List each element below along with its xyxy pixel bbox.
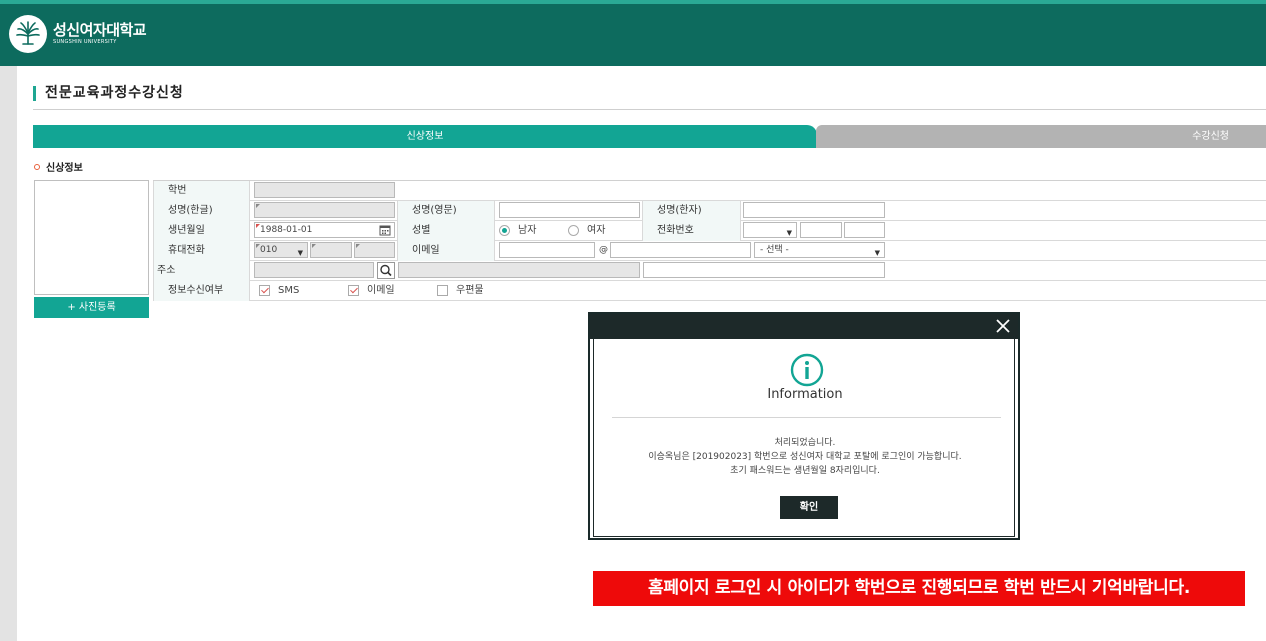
form-row: 학번 [153,181,1266,201]
student-id-field [254,182,395,198]
phone-label: 전화번호 [642,221,741,241]
phone-area-select[interactable]: ▼ [743,222,797,238]
bullet-icon [34,163,40,170]
divider [33,109,1266,110]
info-icon [790,353,824,387]
mobile-label: 휴대전화 [153,241,250,261]
dialog-message-line3: 초기 패스워드는 생년월일 8자리입니다. [730,466,880,476]
birth-date-field[interactable]: 1988-01-01 [254,222,395,238]
form-row: 주소 [153,261,1266,281]
gender-male-text: 남자 [518,225,537,236]
name-kr-label: 성명(한글) [153,201,250,221]
email-label: 이메일 [397,241,495,261]
personal-info-form: 학번 성명(한글) 성명(영문) 성명(한자) 생년월일 1988-01-01 … [153,180,1266,302]
dialog-message-line2: 이승옥님은 [201902023] 학번으로 성신여자 대학교 포탈에 로그인이… [648,452,962,462]
name-hanja-label: 성명(한자) [642,201,741,221]
chevron-down-icon: ▼ [786,229,792,237]
dialog-divider [612,417,1001,418]
birth-date-value: 1988-01-01 [260,225,313,235]
gender-label: 성별 [397,221,495,241]
page-title: 전문교육과정수강신청 [33,86,184,101]
form-row: 정보수신여부 SMS 이메일 우편물 [153,281,1266,301]
calendar-icon[interactable] [379,224,391,236]
tab-course-registration[interactable]: 수강신청 [816,125,1266,148]
consent-post-checkbox[interactable] [437,285,448,296]
university-logo[interactable]: 성신여자대학교 SUNGSHIN UNIVERSITY [9,15,147,53]
consent-email-checkbox[interactable] [348,285,359,296]
photo-placeholder [34,180,149,295]
address-search-button[interactable] [377,262,395,279]
email-domain-select[interactable]: - 선택 - ▼ [754,242,885,258]
search-icon [380,264,392,277]
chevron-down-icon: ▼ [874,249,880,257]
left-sidebar [0,66,17,641]
information-dialog: Information 처리되었습니다. 이승옥님은 [201902023] 학… [588,312,1020,540]
photo-upload-button[interactable]: + 사진등록 [34,297,149,318]
phone-last-field[interactable] [844,222,885,238]
name-en-label: 성명(영문) [397,201,495,221]
section-title: 신상정보 [34,159,83,174]
top-header: 성신여자대학교 SUNGSHIN UNIVERSITY [0,0,1266,66]
mobile-prefix-select[interactable]: 010 ▼ [254,242,308,258]
consent-label: 정보수신여부 [153,281,250,301]
mobile-middle-field[interactable] [310,242,352,258]
name-en-field[interactable] [499,202,640,218]
form-row: 성명(한글) 성명(영문) 성명(한자) [153,201,1266,221]
form-row: 생년월일 1988-01-01 성별 남자 여자 전화번호 ▼ [153,221,1266,241]
confirm-button[interactable]: 확인 [780,496,838,519]
section-title-text: 신상정보 [46,163,83,174]
email-at-sign: @ [599,245,608,255]
form-row: 휴대전화 010 ▼ 이메일 @ - 선택 - ▼ [153,241,1266,261]
address-detail-field[interactable] [643,262,885,278]
student-id-label: 학번 [153,181,250,201]
gender-female-text: 여자 [587,225,606,236]
gender-female-radio[interactable] [568,225,579,236]
email-id-field[interactable] [499,242,595,258]
chevron-down-icon: ▼ [297,249,303,257]
dialog-title: Information [767,387,843,402]
logo-emblem-icon [9,15,47,53]
logo-subtitle: SUNGSHIN UNIVERSITY [53,39,117,45]
name-kr-field[interactable] [254,202,395,218]
mobile-prefix-value: 010 [260,245,278,255]
dialog-body: Information 처리되었습니다. 이승옥님은 [201902023] 학… [593,339,1015,537]
tab-personal-info[interactable]: 신상정보 [33,125,817,148]
email-domain-select-value: - 선택 - [760,245,789,255]
notice-banner: 홈페이지 로그인 시 아이디가 학번으로 진행되므로 학번 반드시 기억바랍니다… [593,571,1245,606]
address-label: 주소 [153,261,250,281]
email-domain-field[interactable] [610,242,751,258]
zipcode-field [254,262,374,278]
name-hanja-field[interactable] [743,202,885,218]
phone-middle-field[interactable] [800,222,842,238]
consent-sms-text: SMS [278,285,300,296]
consent-post-text: 우편물 [456,285,484,296]
close-icon[interactable] [994,317,1012,335]
address-main-field [398,262,640,278]
consent-sms-checkbox[interactable] [259,285,270,296]
dialog-message-line1: 처리되었습니다. [774,438,836,448]
gender-male-radio[interactable] [499,225,510,236]
birth-label: 생년월일 [153,221,250,241]
mobile-last-field[interactable] [354,242,395,258]
consent-email-text: 이메일 [367,285,395,296]
dialog-header [590,314,1018,339]
logo-title: 성신여자대학교 [53,21,147,39]
